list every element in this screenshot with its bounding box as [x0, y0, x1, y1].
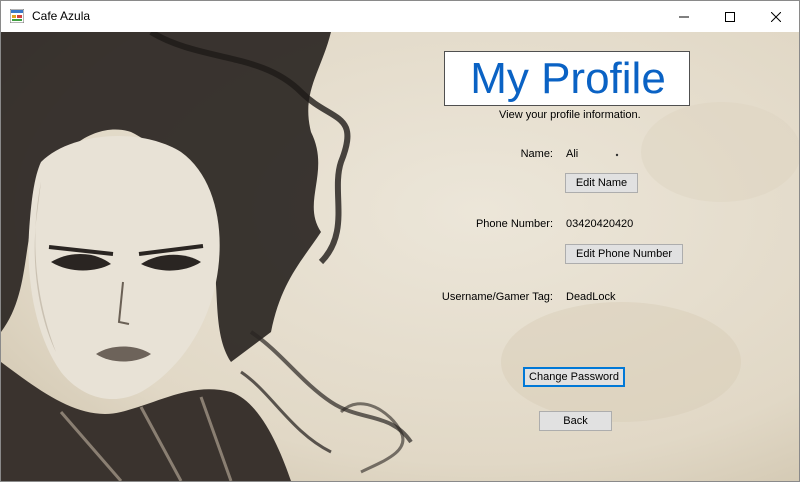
- maximize-icon: [725, 11, 735, 22]
- page-subtitle: View your profile information.: [499, 109, 641, 121]
- app-window: Cafe Azula My Profile View your profile …: [0, 0, 800, 482]
- app-icon: [9, 8, 25, 24]
- username-value: DeadLock: [566, 291, 616, 303]
- form-client-area: My Profile View your profile information…: [1, 32, 799, 481]
- minimize-icon: [679, 16, 689, 17]
- change-password-button[interactable]: Change Password: [523, 367, 625, 387]
- maximize-button[interactable]: [707, 1, 753, 32]
- phone-value: 03420420420: [566, 218, 634, 230]
- close-icon: [771, 11, 781, 22]
- title-bar[interactable]: Cafe Azula: [1, 1, 799, 32]
- page-title: My Profile: [470, 54, 666, 103]
- edit-phone-button[interactable]: Edit Phone Number: [565, 244, 683, 264]
- edit-name-button[interactable]: Edit Name: [565, 173, 638, 193]
- phone-label: Phone Number:: [475, 218, 553, 230]
- minimize-button[interactable]: [661, 1, 707, 32]
- page-title-box: My Profile: [444, 51, 690, 106]
- name-value: Ali: [566, 148, 579, 160]
- back-button[interactable]: Back: [539, 411, 612, 431]
- close-button[interactable]: [753, 1, 799, 32]
- username-label: Username/Gamer Tag:: [441, 291, 553, 303]
- window-title: Cafe Azula: [32, 9, 91, 23]
- name-label: Name:: [520, 148, 553, 160]
